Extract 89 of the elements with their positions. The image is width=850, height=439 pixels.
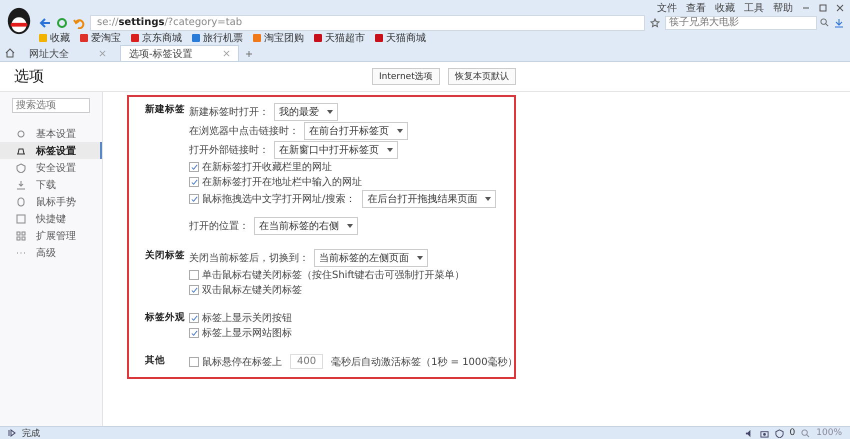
checkbox-label: 标签上显示网站图标	[202, 326, 292, 340]
close-icon[interactable]	[222, 50, 230, 57]
setting-label: 打开外部链接时：	[189, 144, 269, 157]
sidebar-icon	[16, 128, 26, 138]
sidebar-icon	[16, 230, 26, 240]
checkbox-label: 在新标签打开在地址栏中输入的网址	[202, 176, 362, 189]
new-tab-icon[interactable]	[244, 50, 253, 58]
blocked-count: 0	[790, 428, 796, 438]
shield-icon[interactable]	[774, 428, 784, 438]
setting-label: 打开的位置：	[189, 220, 249, 233]
menu-item[interactable]: 查看	[686, 1, 706, 15]
home-icon[interactable]	[5, 48, 15, 58]
download-icon[interactable]	[834, 18, 844, 28]
checkbox[interactable]	[189, 270, 199, 280]
menu-item[interactable]: 收藏	[715, 1, 735, 15]
sidebar-item[interactable]: 下载	[0, 176, 102, 193]
bookmark[interactable]: 爱淘宝	[80, 31, 121, 45]
star-icon[interactable]	[650, 18, 660, 28]
setting-label: 毫秒后自动激活标签（1秒 = 1000毫秒）	[331, 356, 518, 368]
checkbox-label: 标签上显示关闭按钮	[202, 312, 292, 325]
header-button[interactable]: 恢复本页默认	[448, 68, 516, 85]
sidebar-item[interactable]: 高级	[0, 244, 102, 261]
checkbox[interactable]	[189, 285, 199, 295]
dropdown[interactable]: 我的最爱	[274, 103, 338, 121]
checkbox[interactable]	[189, 313, 199, 323]
caret-icon	[387, 148, 393, 152]
bookmark[interactable]: 京东商城	[131, 31, 182, 45]
bookmark[interactable]: 天猫超市	[314, 31, 365, 45]
browser-tab[interactable]: 网址大全	[21, 46, 114, 61]
sidebar-icon	[16, 180, 26, 190]
status-text: 完成	[22, 428, 40, 439]
sidebar-item[interactable]: 标签设置	[0, 142, 102, 159]
camera-icon[interactable]	[760, 428, 769, 438]
dropdown[interactable]: 当前标签的左侧页面	[314, 249, 428, 267]
sidebar-item[interactable]: 鼠标手势	[0, 193, 102, 210]
search-field[interactable]: 搜索选项	[12, 98, 90, 113]
sidebar-item[interactable]: 安全设置	[0, 159, 102, 176]
address-bar[interactable]: se://settings/?category=tab	[90, 14, 645, 30]
setting-label: 新建标签时打开：	[189, 106, 269, 119]
sidebar-icon	[16, 146, 26, 156]
section-title: 关闭标签	[144, 249, 186, 263]
checkbox[interactable]	[189, 177, 199, 187]
setting-label: 关闭当前标签后，切换到：	[189, 252, 309, 265]
checkbox[interactable]	[189, 328, 199, 338]
caret-icon	[397, 129, 403, 133]
maximize-icon[interactable]	[819, 4, 827, 12]
caret-icon	[347, 224, 353, 228]
checkbox[interactable]	[189, 162, 199, 172]
refresh-icon[interactable]	[56, 16, 68, 28]
bookmark[interactable]: 淘宝团购	[253, 31, 304, 45]
checkbox-label: 单击鼠标右键关闭标签（按住Shift键右击可强制打开菜单）	[202, 268, 465, 282]
checkbox-label: 在新标签打开收藏栏里的网址	[202, 160, 332, 174]
back-icon[interactable]	[39, 16, 51, 28]
menu-item[interactable]: 文件	[657, 1, 677, 15]
checkbox-label: 双击鼠标左键关闭标签	[202, 284, 302, 297]
dropdown[interactable]: 在新窗口中打开标签页	[274, 141, 398, 159]
checkbox-label: 鼠标悬停在标签上	[202, 356, 282, 368]
caret-icon	[417, 256, 423, 260]
dropdown[interactable]: 在后台打开拖拽结果页面	[362, 190, 496, 208]
logo-icon	[5, 6, 33, 36]
page-title: 选项	[14, 67, 45, 86]
search-field[interactable]: 筷子兄弟大电影	[665, 16, 817, 30]
dropdown[interactable]: 在当前标签的右侧	[254, 217, 358, 235]
header-button[interactable]: Internet选项	[372, 68, 440, 85]
dropdown[interactable]: 在前台打开标签页	[304, 122, 408, 140]
menu-item[interactable]: 帮助	[773, 1, 793, 15]
checkbox[interactable]	[189, 194, 199, 204]
close-icon[interactable]	[836, 4, 844, 12]
sidebar-item[interactable]: 基本设置	[0, 125, 102, 142]
bookmark[interactable]: 旅行机票	[192, 31, 243, 45]
setting-label: 在浏览器中点击链接时：	[189, 124, 299, 138]
sidebar-icon	[16, 162, 26, 172]
section-title: 新建标签	[144, 103, 186, 117]
checkbox[interactable]	[189, 356, 199, 366]
zoom-icon[interactable]	[801, 428, 810, 438]
browser-tab[interactable]: 选项-标签设置	[120, 45, 239, 61]
sidebar-toggle-icon[interactable]	[8, 429, 16, 437]
bookmark[interactable]: 收藏	[39, 31, 70, 45]
menu-item[interactable]: 工具	[744, 1, 764, 15]
sidebar-item[interactable]: 扩展管理	[0, 227, 102, 244]
search-icon	[820, 18, 829, 27]
input-field[interactable]: 400	[290, 354, 324, 369]
checkbox-label: 鼠标拖拽选中文字打开网址/搜索：	[202, 192, 356, 206]
bookmark[interactable]: 天猫商城	[375, 31, 426, 45]
sidebar-item[interactable]: 快捷键	[0, 210, 102, 227]
section-title: 标签外观	[144, 311, 186, 325]
section-title: 其他	[144, 354, 166, 368]
caret-icon	[485, 197, 492, 201]
caret-icon	[327, 110, 333, 114]
